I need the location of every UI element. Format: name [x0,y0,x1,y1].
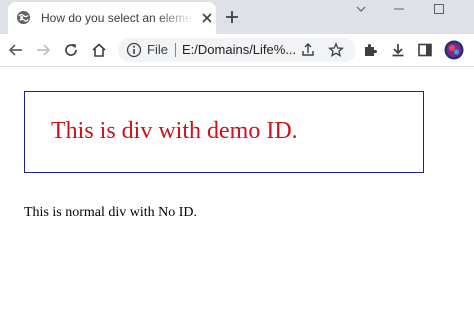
demo-div-text: This is div with demo ID. [51,118,298,144]
url-scheme: File [147,42,168,57]
address-bar[interactable]: File E:/Domains/Life%... [118,38,356,62]
plus-icon[interactable] [224,9,240,25]
browser-tab[interactable]: How do you select an element with ID [8,2,216,34]
puzzle-icon[interactable] [362,42,378,58]
back-arrow-icon[interactable] [8,42,24,58]
page-content: This is div with demo ID. This is normal… [0,67,474,327]
globe-icon [16,10,31,25]
url-text[interactable]: E:/Domains/Life%... [182,42,296,57]
minimize-icon[interactable] [392,2,406,16]
address-separator [175,43,176,57]
home-icon[interactable] [91,42,107,58]
share-icon[interactable] [300,42,316,58]
profile-avatar-icon[interactable] [444,40,464,60]
side-panel-icon[interactable] [417,42,433,58]
tab-title-fade [158,8,193,28]
download-icon[interactable] [390,42,406,58]
forward-arrow-icon[interactable] [35,42,51,58]
info-icon[interactable] [126,42,142,58]
normal-div-text: This is normal div with No ID. [24,205,198,220]
reload-icon[interactable] [63,42,79,58]
maximize-icon[interactable] [432,2,446,16]
tab-strip: How do you select an element with ID [0,0,474,34]
close-icon[interactable] [200,11,214,25]
chevron-down-icon[interactable] [354,2,368,16]
star-icon[interactable] [328,42,344,58]
